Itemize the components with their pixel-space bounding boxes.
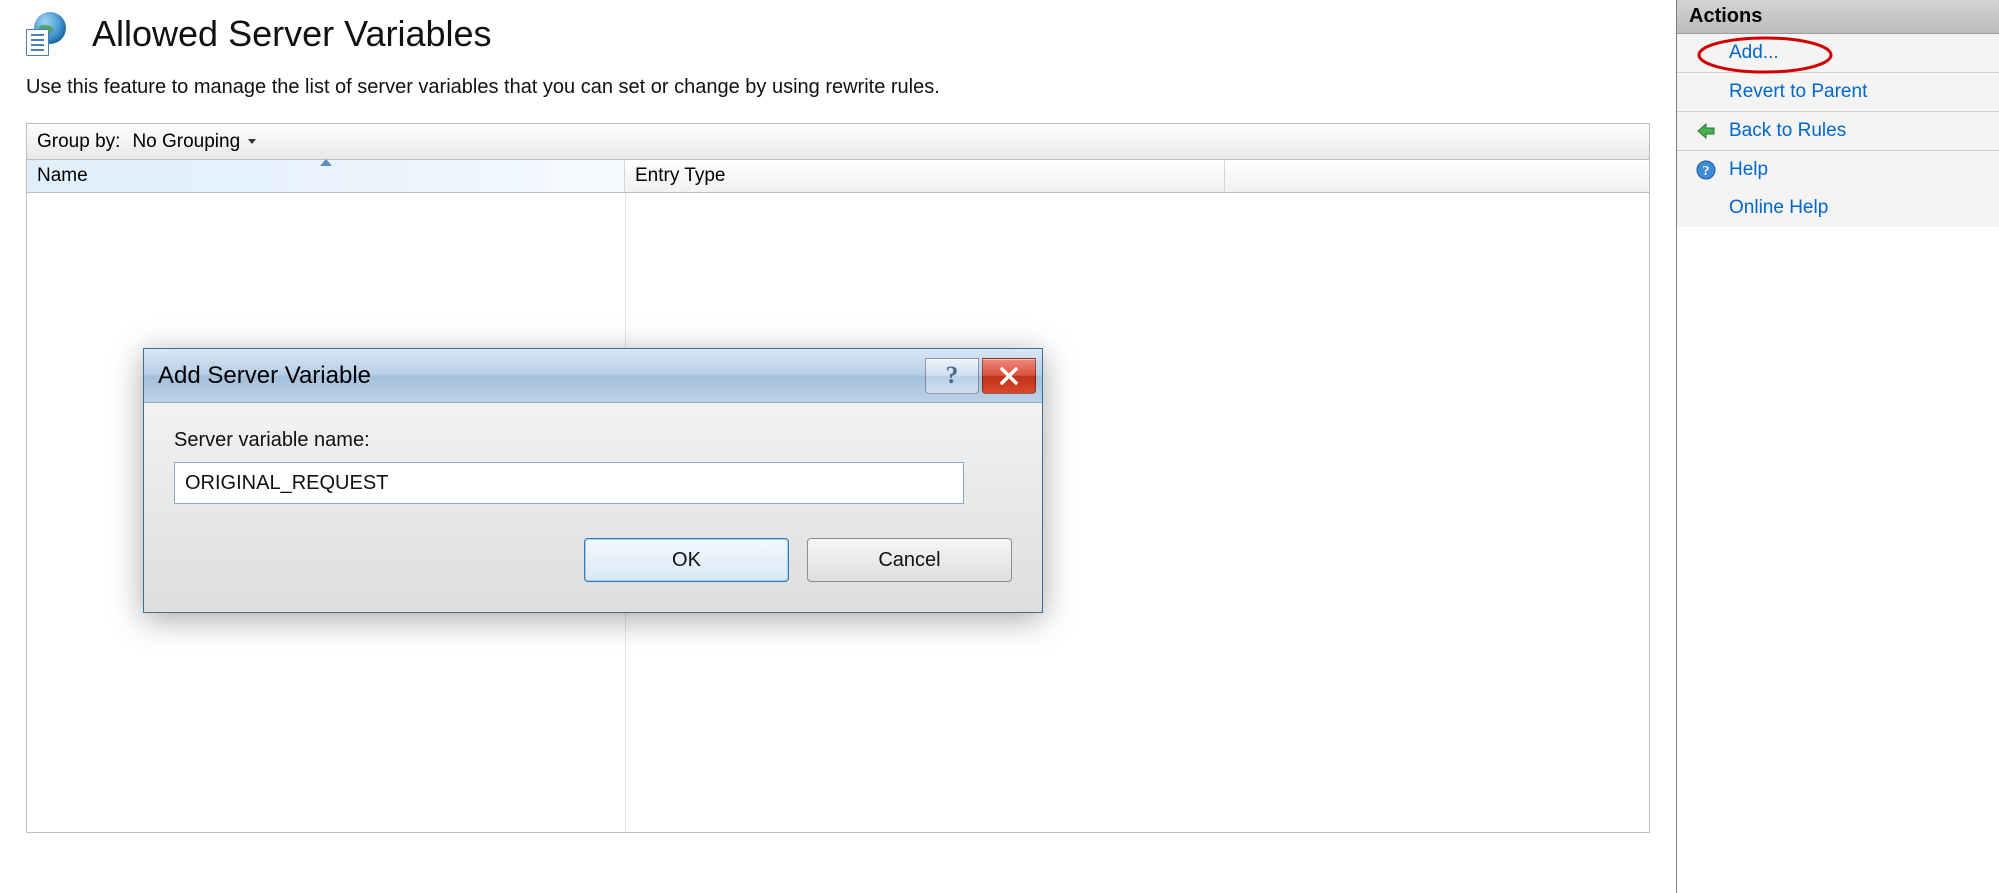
help-icon: ? <box>1695 159 1717 181</box>
cancel-button[interactable]: Cancel <box>807 538 1012 582</box>
titlebar-buttons: ? <box>922 358 1042 394</box>
page-title: Allowed Server Variables <box>92 13 492 55</box>
close-icon <box>998 365 1020 387</box>
dialog-help-button[interactable]: ? <box>925 358 979 394</box>
action-add[interactable]: Add... <box>1677 34 1999 72</box>
action-online-help-label: Online Help <box>1729 197 1828 219</box>
table-header: Name Entry Type <box>26 159 1650 193</box>
page-header: Allowed Server Variables <box>26 12 1650 56</box>
server-variable-name-label: Server variable name: <box>174 429 1012 452</box>
action-help-label: Help <box>1729 159 1768 181</box>
grouping-value: No Grouping <box>132 131 240 153</box>
blank-icon <box>1695 197 1717 219</box>
question-mark-icon: ? <box>946 362 959 390</box>
back-arrow-icon <box>1695 120 1717 142</box>
action-back-label: Back to Rules <box>1729 120 1846 142</box>
blank-icon <box>1695 81 1717 103</box>
action-help[interactable]: ? Help <box>1677 151 1999 189</box>
dialog-title: Add Server Variable <box>158 362 922 390</box>
action-revert-to-parent[interactable]: Revert to Parent <box>1677 73 1999 111</box>
add-server-variable-dialog: Add Server Variable ? Server variable na… <box>143 348 1043 613</box>
grouping-toolbar: Group by: No Grouping <box>26 123 1650 159</box>
chevron-down-icon <box>248 139 256 144</box>
action-revert-label: Revert to Parent <box>1729 81 1867 103</box>
svg-text:?: ? <box>1703 164 1710 179</box>
blank-icon <box>1695 42 1717 64</box>
actions-header: Actions <box>1677 0 1999 34</box>
page-description: Use this feature to manage the list of s… <box>26 76 1650 99</box>
server-variable-name-input[interactable] <box>174 462 964 504</box>
dialog-titlebar[interactable]: Add Server Variable ? <box>144 349 1042 403</box>
actions-sidebar: Actions Add... Revert to Parent Back to … <box>1676 0 1999 893</box>
column-header-empty <box>1225 160 1649 192</box>
dialog-body: Server variable name: <box>144 403 1042 524</box>
sort-ascending-icon <box>320 159 332 166</box>
grouping-dropdown[interactable]: No Grouping <box>126 131 262 153</box>
column-header-name[interactable]: Name <box>27 160 625 192</box>
action-online-help[interactable]: Online Help <box>1677 189 1999 227</box>
action-back-to-rules[interactable]: Back to Rules <box>1677 112 1999 150</box>
ok-button[interactable]: OK <box>584 538 789 582</box>
server-variables-icon <box>26 12 68 56</box>
dialog-close-button[interactable] <box>982 358 1036 394</box>
group-by-label: Group by: <box>37 131 120 153</box>
dialog-button-row: OK Cancel <box>144 524 1042 612</box>
action-add-label: Add... <box>1729 42 1779 64</box>
column-header-entry-type[interactable]: Entry Type <box>625 160 1225 192</box>
